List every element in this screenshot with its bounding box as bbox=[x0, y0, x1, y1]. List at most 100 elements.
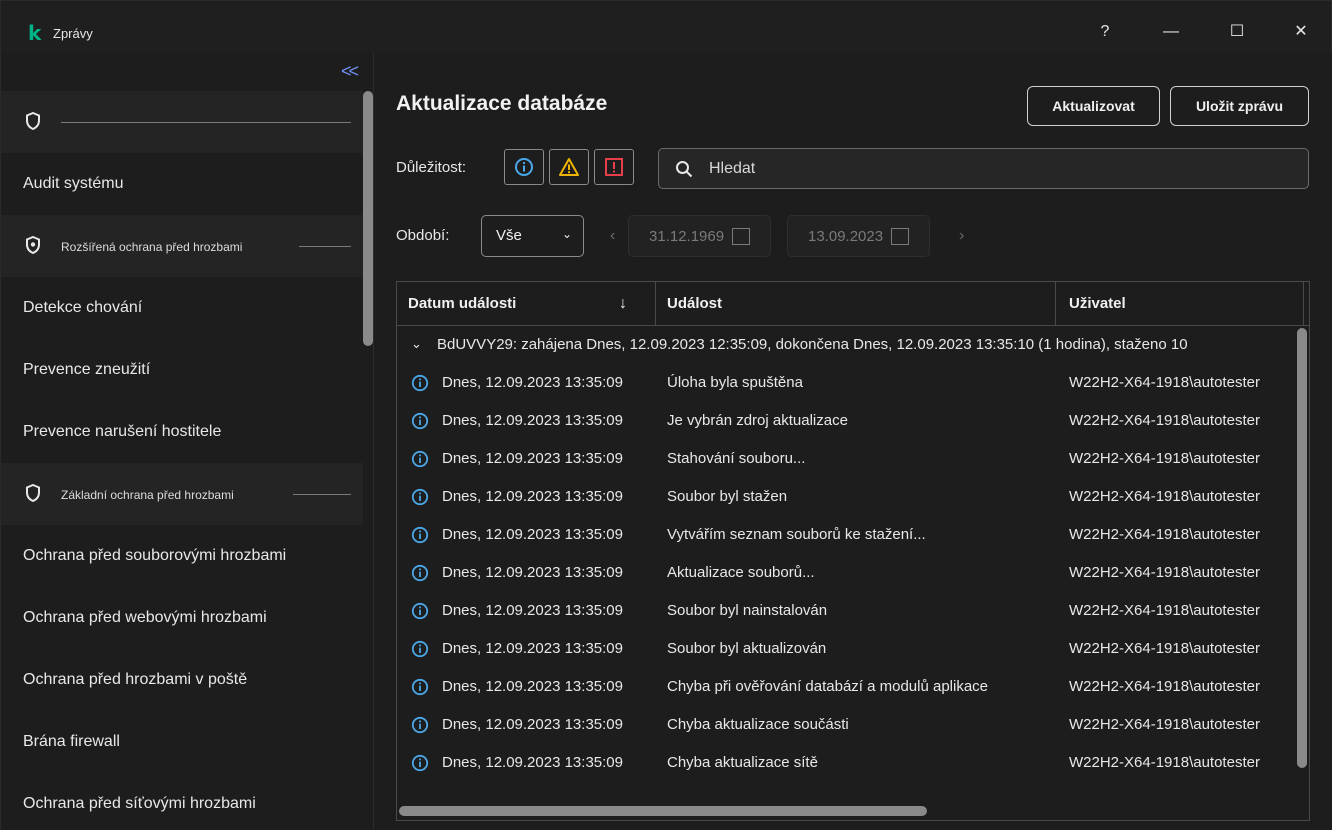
search-placeholder: Hledat bbox=[709, 160, 756, 177]
event-name-cell: Stahování souboru... bbox=[667, 450, 806, 467]
event-user-cell: W22H2-X64-1918\autotester bbox=[1069, 450, 1260, 467]
sidebar-item-label: Prevence zneužití bbox=[23, 361, 151, 378]
date-from-value: 31.12.1969 bbox=[649, 228, 725, 245]
sidebar-item-mail-threat[interactable]: Ochrana před hrozbami v poště bbox=[1, 649, 363, 711]
collapse-sidebar-button[interactable]: << bbox=[341, 62, 359, 80]
close-button[interactable]: ✕ bbox=[1281, 19, 1321, 45]
app-logo-icon: k bbox=[28, 21, 42, 45]
severity-label: Důležitost: bbox=[396, 159, 467, 176]
sidebar-item-audit[interactable]: Audit systému bbox=[1, 153, 363, 215]
event-date-cell: Dnes, 12.09.2023 13:35:09 bbox=[442, 754, 623, 771]
event-user-cell: W22H2-X64-1918\autotester bbox=[1069, 678, 1260, 695]
sidebar-item-web-threat[interactable]: Ochrana před webovými hrozbami bbox=[1, 587, 363, 649]
event-user-cell: W22H2-X64-1918\autotester bbox=[1069, 602, 1260, 619]
table-row[interactable]: Dnes, 12.09.2023 13:35:09 Soubor byl aktu… bbox=[397, 630, 1309, 668]
info-icon bbox=[411, 526, 429, 544]
group-summary: BdUVVY29: zahájena Dnes, 12.09.2023 12:3… bbox=[437, 336, 1188, 353]
column-separator[interactable] bbox=[655, 282, 656, 326]
warning-icon bbox=[559, 158, 579, 176]
table-group-row[interactable]: ⌄ BdUVVY29: zahájena Dnes, 12.09.2023 12… bbox=[397, 326, 1309, 364]
sidebar-item-label: Ochrana před síťovými hrozbami bbox=[23, 795, 256, 812]
sidebar-scrollbar[interactable] bbox=[363, 91, 373, 346]
minimize-button[interactable]: — bbox=[1151, 19, 1191, 45]
maximize-button[interactable]: ☐ bbox=[1217, 19, 1257, 45]
table-row[interactable]: Dnes, 12.09.2023 13:35:09 Je vybrán zdroj… bbox=[397, 402, 1309, 440]
chevron-down-icon[interactable]: ⌄ bbox=[411, 336, 422, 352]
events-table: Datum události ↓ Událost Uživatel ⌄ BdUV… bbox=[396, 281, 1310, 821]
sidebar-group-general[interactable] bbox=[1, 91, 363, 153]
severity-critical-toggle[interactable] bbox=[594, 149, 634, 185]
sort-descending-icon[interactable]: ↓ bbox=[619, 282, 627, 326]
sidebar-item-firewall[interactable]: Brána firewall bbox=[1, 711, 363, 773]
sidebar-group-basic[interactable]: Základní ochrana před hrozbami bbox=[1, 463, 363, 525]
sidebar-item-network-threat[interactable]: Ochrana před síťovými hrozbami bbox=[1, 773, 363, 830]
period-select[interactable]: Vše ⌄ bbox=[481, 215, 584, 257]
sidebar-group-advanced[interactable]: Rozšířená ochrana před hrozbami bbox=[1, 215, 363, 277]
column-separator[interactable] bbox=[1303, 282, 1304, 326]
info-icon bbox=[411, 564, 429, 582]
event-user-cell: W22H2-X64-1918\autotester bbox=[1069, 374, 1260, 391]
event-name-cell: Vytvářím seznam souborů ke stažení... bbox=[667, 526, 926, 543]
column-header-date[interactable]: Datum události bbox=[408, 282, 516, 326]
column-header-event[interactable]: Událost bbox=[667, 282, 722, 326]
shield-icon bbox=[26, 484, 40, 502]
table-row[interactable]: Dnes, 12.09.2023 13:35:09 Chyba při ověřo… bbox=[397, 668, 1309, 706]
sidebar-item-file-threat[interactable]: Ochrana před souborovými hrozbami bbox=[1, 525, 363, 587]
event-date-cell: Dnes, 12.09.2023 13:35:09 bbox=[442, 716, 623, 733]
table-row[interactable]: Dnes, 12.09.2023 13:35:09 Soubor byl staž… bbox=[397, 478, 1309, 516]
event-name-cell: Soubor byl nainstalován bbox=[667, 602, 828, 619]
event-name-cell: Soubor byl stažen bbox=[667, 488, 788, 505]
info-icon bbox=[411, 754, 429, 772]
column-header-user[interactable]: Uživatel bbox=[1069, 282, 1126, 326]
group-divider bbox=[61, 122, 351, 123]
table-row[interactable]: Dnes, 12.09.2023 13:35:09 Chyba aktualiza… bbox=[397, 744, 1309, 782]
group-divider bbox=[299, 246, 351, 247]
event-user-cell: W22H2-X64-1918\autotester bbox=[1069, 754, 1260, 771]
table-row[interactable]: Dnes, 12.09.2023 13:35:09 Úloha byla spuš… bbox=[397, 364, 1309, 402]
table-header: Datum události ↓ Událost Uživatel bbox=[397, 282, 1309, 326]
sidebar-item-label: Prevence narušení hostitele bbox=[23, 423, 222, 440]
previous-period-button[interactable]: ‹ bbox=[610, 227, 615, 245]
event-date-cell: Dnes, 12.09.2023 13:35:09 bbox=[442, 602, 623, 619]
save-report-button[interactable]: Uložit zprávu bbox=[1170, 86, 1309, 126]
event-date-cell: Dnes, 12.09.2023 13:35:09 bbox=[442, 640, 623, 657]
table-row[interactable]: Dnes, 12.09.2023 13:35:09 Aktualizace sou… bbox=[397, 554, 1309, 592]
event-date-cell: Dnes, 12.09.2023 13:35:09 bbox=[442, 564, 623, 581]
shield-icon bbox=[26, 112, 40, 130]
column-separator[interactable] bbox=[1055, 282, 1056, 326]
severity-info-toggle[interactable] bbox=[504, 149, 544, 185]
date-to-field[interactable]: 13.09.2023 bbox=[787, 215, 930, 257]
event-name-cell: Je vybrán zdroj aktualizace bbox=[667, 412, 848, 429]
table-row[interactable]: Dnes, 12.09.2023 13:35:09 Vytvářím seznam… bbox=[397, 516, 1309, 554]
event-name-cell: Chyba aktualizace součásti bbox=[667, 716, 849, 733]
next-period-button[interactable]: › bbox=[959, 227, 964, 245]
update-button[interactable]: Aktualizovat bbox=[1027, 86, 1160, 126]
sidebar-item-behavior-detection[interactable]: Detekce chování bbox=[1, 277, 363, 339]
search-icon bbox=[676, 161, 693, 178]
info-icon bbox=[411, 450, 429, 468]
table-row[interactable]: Dnes, 12.09.2023 13:35:09 Chyba aktualiza… bbox=[397, 706, 1309, 744]
date-from-field[interactable]: 31.12.1969 bbox=[628, 215, 771, 257]
table-horizontal-scrollbar[interactable] bbox=[399, 806, 927, 816]
window-title: Zprávy bbox=[53, 26, 93, 41]
event-user-cell: W22H2-X64-1918\autotester bbox=[1069, 564, 1260, 581]
title-bar: k Zprávy ? — ☐ ✕ bbox=[1, 1, 1331, 53]
help-button[interactable]: ? bbox=[1085, 19, 1125, 45]
event-name-cell: Úloha byla spuštěna bbox=[667, 374, 803, 391]
sidebar-item-exploit-prevention[interactable]: Prevence zneužití bbox=[1, 339, 363, 401]
table-vertical-scrollbar[interactable] bbox=[1297, 328, 1307, 768]
calendar-icon bbox=[732, 228, 750, 245]
calendar-icon bbox=[891, 228, 909, 245]
event-user-cell: W22H2-X64-1918\autotester bbox=[1069, 488, 1260, 505]
sidebar-item-label: Audit systému bbox=[23, 175, 124, 192]
sidebar: << Audit systému Rozšířená ochrana před … bbox=[1, 53, 373, 830]
table-row[interactable]: Dnes, 12.09.2023 13:35:09 Soubor byl nain… bbox=[397, 592, 1309, 630]
chevron-down-icon: ⌄ bbox=[562, 227, 573, 241]
sidebar-item-host-intrusion[interactable]: Prevence narušení hostitele bbox=[1, 401, 363, 463]
severity-warning-toggle[interactable] bbox=[549, 149, 589, 185]
sidebar-group-label: Základní ochrana před hrozbami bbox=[61, 488, 234, 502]
event-user-cell: W22H2-X64-1918\autotester bbox=[1069, 640, 1260, 657]
sidebar-item-label: Detekce chování bbox=[23, 299, 143, 316]
table-row[interactable]: Dnes, 12.09.2023 13:35:09 Stahování soubo… bbox=[397, 440, 1309, 478]
search-input[interactable]: Hledat bbox=[658, 148, 1309, 189]
